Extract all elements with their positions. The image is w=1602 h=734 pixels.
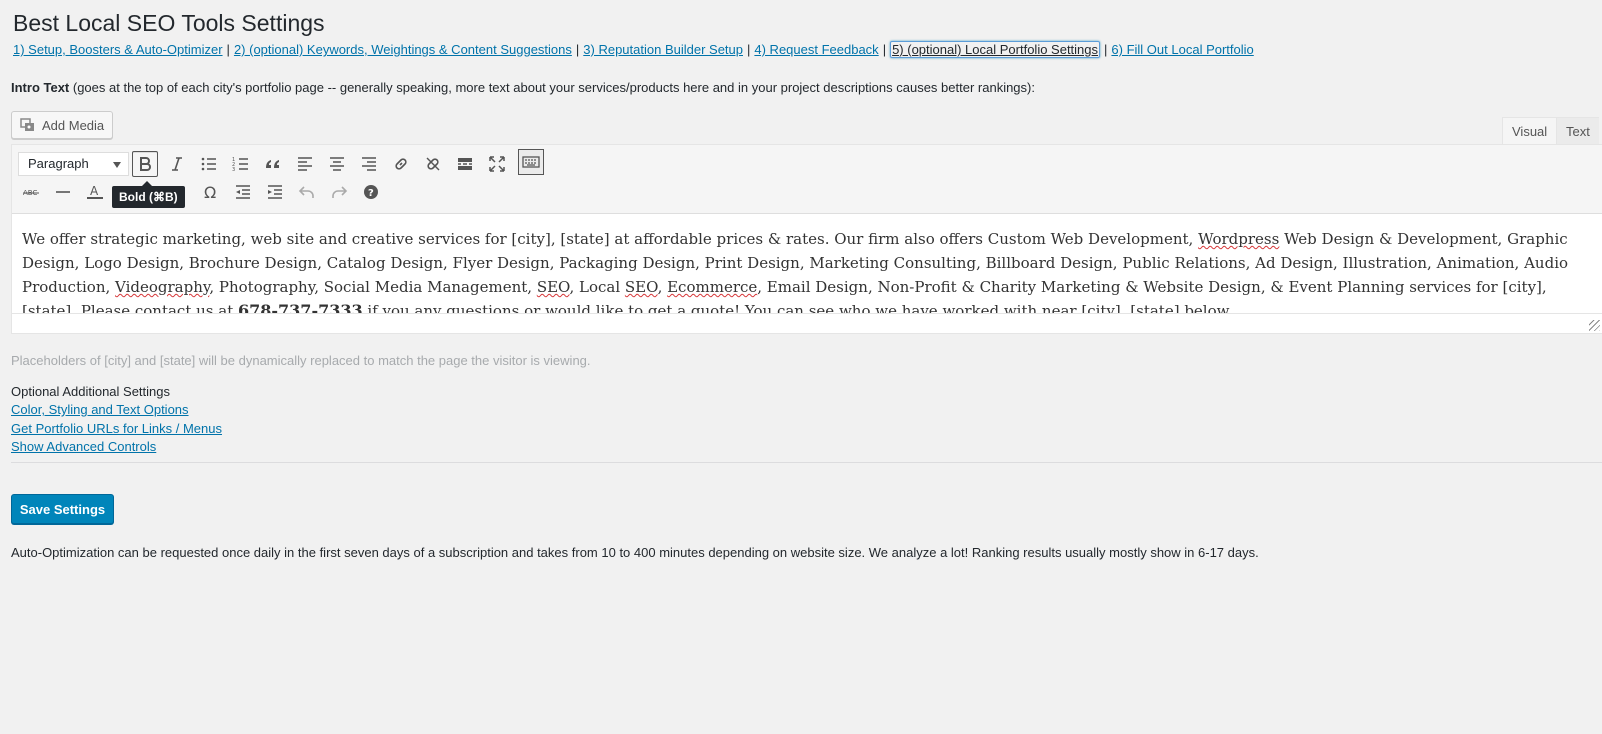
numbered-list-icon: 123 — [232, 157, 248, 173]
horizontal-line-button[interactable] — [50, 179, 76, 205]
tab-local-portfolio-settings[interactable]: 5) (optional) Local Portfolio Settings — [890, 41, 1101, 58]
optional-settings-title: Optional Additional Settings — [11, 384, 170, 399]
add-media-label: Add Media — [42, 117, 105, 133]
outdent-icon — [236, 185, 250, 199]
svg-text:3: 3 — [232, 167, 235, 173]
redo-button[interactable] — [326, 179, 352, 205]
editor-toolbar: Paragraph 123 ABC A Ω ? Bold (⌘B) — [12, 145, 1602, 214]
misspelled-word: SEO — [624, 278, 658, 296]
content-text: , — [657, 278, 668, 296]
rich-text-editor: Paragraph 123 ABC A Ω ? Bold (⌘B) We off… — [11, 144, 1602, 334]
indent-icon — [268, 185, 282, 199]
strikethrough-icon: ABC — [23, 189, 39, 197]
italic-button[interactable] — [164, 151, 190, 177]
align-right-icon — [362, 157, 376, 171]
color-styling-link[interactable]: Color, Styling and Text Options — [11, 402, 189, 417]
tab-separator: | — [882, 42, 887, 57]
section-divider — [11, 462, 1602, 463]
tab-visual[interactable]: Visual — [1502, 117, 1558, 145]
media-icon — [20, 117, 36, 133]
misspelled-word: Videography — [115, 278, 210, 296]
indent-button[interactable] — [262, 179, 288, 205]
text-color-button[interactable]: A — [82, 179, 108, 205]
auto-optimization-note: Auto-Optimization can be requested once … — [11, 545, 1259, 560]
remove-link-button[interactable] — [420, 151, 446, 177]
editor-status-bar — [12, 313, 1602, 333]
undo-icon — [298, 186, 314, 198]
tab-text[interactable]: Text — [1556, 117, 1599, 145]
toolbar-toggle-button[interactable] — [518, 149, 544, 175]
settings-tabs-nav: 1) Setup, Boosters & Auto-Optimizer | 2) (… — [13, 41, 1254, 59]
misspelled-word: Ecommerce — [667, 278, 758, 296]
bullet-list-icon — [201, 157, 216, 171]
editor-content[interactable]: We offer strategic marketing, web site a… — [12, 213, 1602, 316]
add-media-button[interactable]: Add Media — [11, 111, 113, 139]
align-left-icon — [298, 157, 312, 171]
portfolio-urls-link[interactable]: Get Portfolio URLs for Links / Menus — [11, 421, 222, 436]
misspelled-word: SEO — [536, 278, 570, 296]
format-select[interactable]: Paragraph — [18, 152, 129, 176]
read-more-icon — [458, 158, 472, 170]
content-text: , Local — [569, 278, 625, 296]
resize-handle-icon[interactable] — [1589, 320, 1600, 331]
align-right-button[interactable] — [356, 151, 382, 177]
link-icon — [395, 158, 407, 170]
numbered-list-button[interactable]: 123 — [228, 151, 254, 177]
intro-text-label: Intro Text (goes at the top of each city… — [11, 79, 1035, 97]
save-settings-button[interactable]: Save Settings — [11, 494, 114, 524]
special-character-button[interactable]: Ω — [198, 179, 224, 205]
page-title: Best Local SEO Tools Settings — [13, 10, 325, 36]
svg-text:Ω: Ω — [204, 183, 216, 201]
tab-separator: | — [747, 42, 751, 57]
keyboard-icon — [522, 156, 540, 168]
bold-tooltip: Bold (⌘B) — [112, 181, 185, 208]
strikethrough-button[interactable]: ABC — [18, 179, 44, 205]
tab-request-feedback[interactable]: 4) Request Feedback — [754, 42, 878, 57]
content-text: We offer strategic marketing, web site a… — [22, 230, 1199, 248]
quote-icon — [266, 160, 279, 168]
read-more-button[interactable] — [452, 151, 478, 177]
bold-button[interactable] — [132, 151, 158, 177]
tab-setup[interactable]: 1) Setup, Boosters & Auto-Optimizer — [13, 42, 223, 57]
svg-text:?: ? — [368, 188, 374, 199]
undo-button[interactable] — [294, 179, 320, 205]
unlink-icon — [426, 157, 440, 171]
tab-separator: | — [1104, 42, 1108, 57]
insert-link-button[interactable] — [388, 151, 414, 177]
intro-text-title: Intro Text — [11, 80, 70, 95]
horizontal-rule-icon — [56, 191, 70, 193]
placeholder-note: Placeholders of [city] and [state] will … — [11, 353, 591, 368]
tab-fill-out-portfolio[interactable]: 6) Fill Out Local Portfolio — [1111, 42, 1253, 57]
fullscreen-icon — [489, 156, 505, 172]
svg-text:A: A — [90, 184, 99, 198]
blockquote-button[interactable] — [260, 151, 286, 177]
keyboard-shortcuts-help-button[interactable]: ? — [358, 179, 384, 205]
bold-icon — [140, 157, 151, 171]
align-center-icon — [330, 157, 344, 171]
help-icon: ? — [364, 185, 378, 199]
align-center-button[interactable] — [324, 151, 350, 177]
tab-separator: | — [226, 42, 230, 57]
misspelled-word: Wordpress — [1198, 230, 1280, 248]
tab-reputation-builder[interactable]: 3) Reputation Builder Setup — [583, 42, 743, 57]
content-text: , Photography, Social Media Management, — [209, 278, 537, 296]
italic-icon — [172, 157, 182, 171]
tab-separator: | — [575, 42, 580, 57]
bullet-list-button[interactable] — [196, 151, 222, 177]
advanced-controls-link[interactable]: Show Advanced Controls — [11, 439, 156, 454]
text-color-icon: A — [87, 184, 103, 199]
outdent-button[interactable] — [230, 179, 256, 205]
tab-keywords[interactable]: 2) (optional) Keywords, Weightings & Con… — [234, 42, 572, 57]
align-left-button[interactable] — [292, 151, 318, 177]
omega-icon: Ω — [204, 183, 216, 201]
fullscreen-button[interactable] — [484, 151, 510, 177]
intro-text-hint: (goes at the top of each city's portfoli… — [69, 80, 1035, 95]
redo-icon — [332, 186, 348, 198]
